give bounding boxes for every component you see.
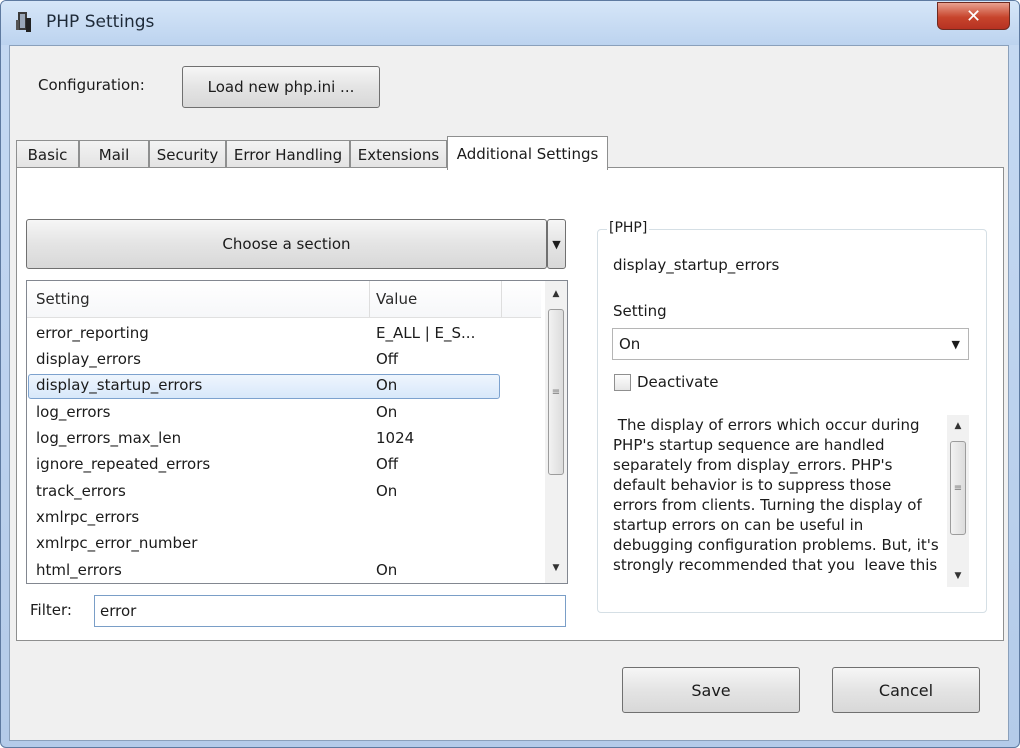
- setting-value-select[interactable]: On ▼: [612, 328, 969, 360]
- setting-name-cell: html_errors: [36, 561, 122, 579]
- select-current-value: On: [619, 335, 641, 353]
- setting-name-cell: log_errors: [36, 403, 111, 421]
- scrollbar-thumb[interactable]: ≡: [950, 441, 966, 535]
- deactivate-checkbox[interactable]: [614, 374, 631, 391]
- setting-description: The display of errors which occur during…: [613, 416, 939, 574]
- column-header-value[interactable]: Value: [376, 290, 417, 308]
- column-header-setting[interactable]: Setting: [36, 290, 90, 308]
- scroll-down-icon[interactable]: ▼: [545, 557, 567, 579]
- choose-section-button[interactable]: Choose a section: [26, 219, 547, 269]
- setting-name-cell: xmlrpc_errors: [36, 508, 140, 526]
- column-divider[interactable]: [501, 281, 502, 317]
- table-row[interactable]: html_errors On: [28, 559, 500, 583]
- tab-additional-settings[interactable]: Additional Settings: [447, 136, 608, 170]
- setting-name-cell: xmlrpc_error_number: [36, 534, 198, 552]
- tab-security[interactable]: Security: [149, 140, 226, 168]
- group-title: [PHP]: [607, 220, 650, 236]
- table-row[interactable]: log_errors_max_len 1024: [28, 427, 500, 452]
- table-row[interactable]: error_reporting E_ALL | E_S...: [28, 322, 500, 347]
- table-row[interactable]: log_errors On: [28, 401, 500, 426]
- setting-name-cell: display_errors: [36, 350, 141, 368]
- setting-value-cell: On: [376, 376, 398, 394]
- load-php-ini-button[interactable]: Load new php.ini ...: [182, 66, 380, 108]
- scroll-down-icon[interactable]: ▼: [947, 565, 969, 587]
- setting-name-cell: track_errors: [36, 482, 126, 500]
- tab-error-handling[interactable]: Error Handling: [226, 140, 350, 168]
- table-row[interactable]: display_errors Off: [28, 348, 500, 373]
- setting-name-cell: ignore_repeated_errors: [36, 455, 211, 473]
- settings-list[interactable]: Setting Value error_reporting E_ALL | E_…: [26, 280, 568, 584]
- dialog-body: Configuration: Load new php.ini ... Basi…: [9, 45, 1009, 741]
- table-row[interactable]: ignore_repeated_errors Off: [28, 453, 500, 478]
- close-icon: ✕: [965, 5, 982, 27]
- filter-input[interactable]: [94, 595, 566, 627]
- table-row[interactable]: xmlrpc_errors: [28, 506, 500, 531]
- deactivate-label[interactable]: Deactivate: [637, 373, 718, 391]
- setting-name-cell: error_reporting: [36, 324, 149, 342]
- scroll-up-icon[interactable]: ▲: [947, 415, 969, 437]
- tab-basic[interactable]: Basic: [16, 140, 79, 168]
- tab-extensions[interactable]: Extensions: [350, 140, 447, 168]
- setting-value-cell: On: [376, 482, 398, 500]
- cancel-button[interactable]: Cancel: [832, 667, 980, 713]
- list-scrollbar[interactable]: ▲ ≡ ▼: [545, 281, 567, 583]
- scrollbar-thumb[interactable]: ≡: [548, 309, 564, 475]
- additional-settings-panel: Choose a section ▼ Setting Value error_r…: [16, 167, 1004, 641]
- save-button[interactable]: Save: [622, 667, 800, 713]
- table-row-selected[interactable]: display_startup_errors On: [28, 374, 500, 399]
- setting-value-cell: On: [376, 403, 398, 421]
- window-title: PHP Settings: [46, 12, 155, 32]
- table-row[interactable]: track_errors On: [28, 480, 500, 505]
- scroll-up-icon[interactable]: ▲: [545, 283, 567, 305]
- setting-value-cell: Off: [376, 350, 399, 368]
- php-settings-window: PHP Settings ✕ Configuration: Load new p…: [0, 0, 1020, 748]
- list-header: Setting Value: [27, 281, 541, 318]
- filter-label: Filter:: [30, 601, 72, 619]
- column-divider[interactable]: [369, 281, 370, 317]
- tab-mail[interactable]: Mail: [79, 140, 149, 168]
- chevron-down-icon[interactable]: ▼: [547, 219, 566, 269]
- setting-value-cell: Off: [376, 455, 399, 473]
- title-bar[interactable]: PHP Settings ✕: [1, 1, 1019, 45]
- php-app-icon: [16, 12, 31, 32]
- setting-value-cell: E_ALL | E_S...: [376, 324, 476, 342]
- close-button[interactable]: ✕: [937, 2, 1010, 30]
- setting-value-cell: On: [376, 561, 398, 579]
- description-scrollbar[interactable]: ▲ ≡ ▼: [947, 415, 969, 587]
- setting-name-cell: display_startup_errors: [36, 376, 203, 394]
- selected-setting-name: display_startup_errors: [613, 256, 780, 274]
- table-row[interactable]: xmlrpc_error_number: [28, 532, 500, 557]
- setting-name-cell: log_errors_max_len: [36, 429, 182, 447]
- chevron-down-icon: ▼: [951, 338, 960, 351]
- configuration-label: Configuration:: [38, 76, 145, 94]
- setting-value-label: Setting: [613, 302, 667, 320]
- setting-value-cell: 1024: [376, 429, 415, 447]
